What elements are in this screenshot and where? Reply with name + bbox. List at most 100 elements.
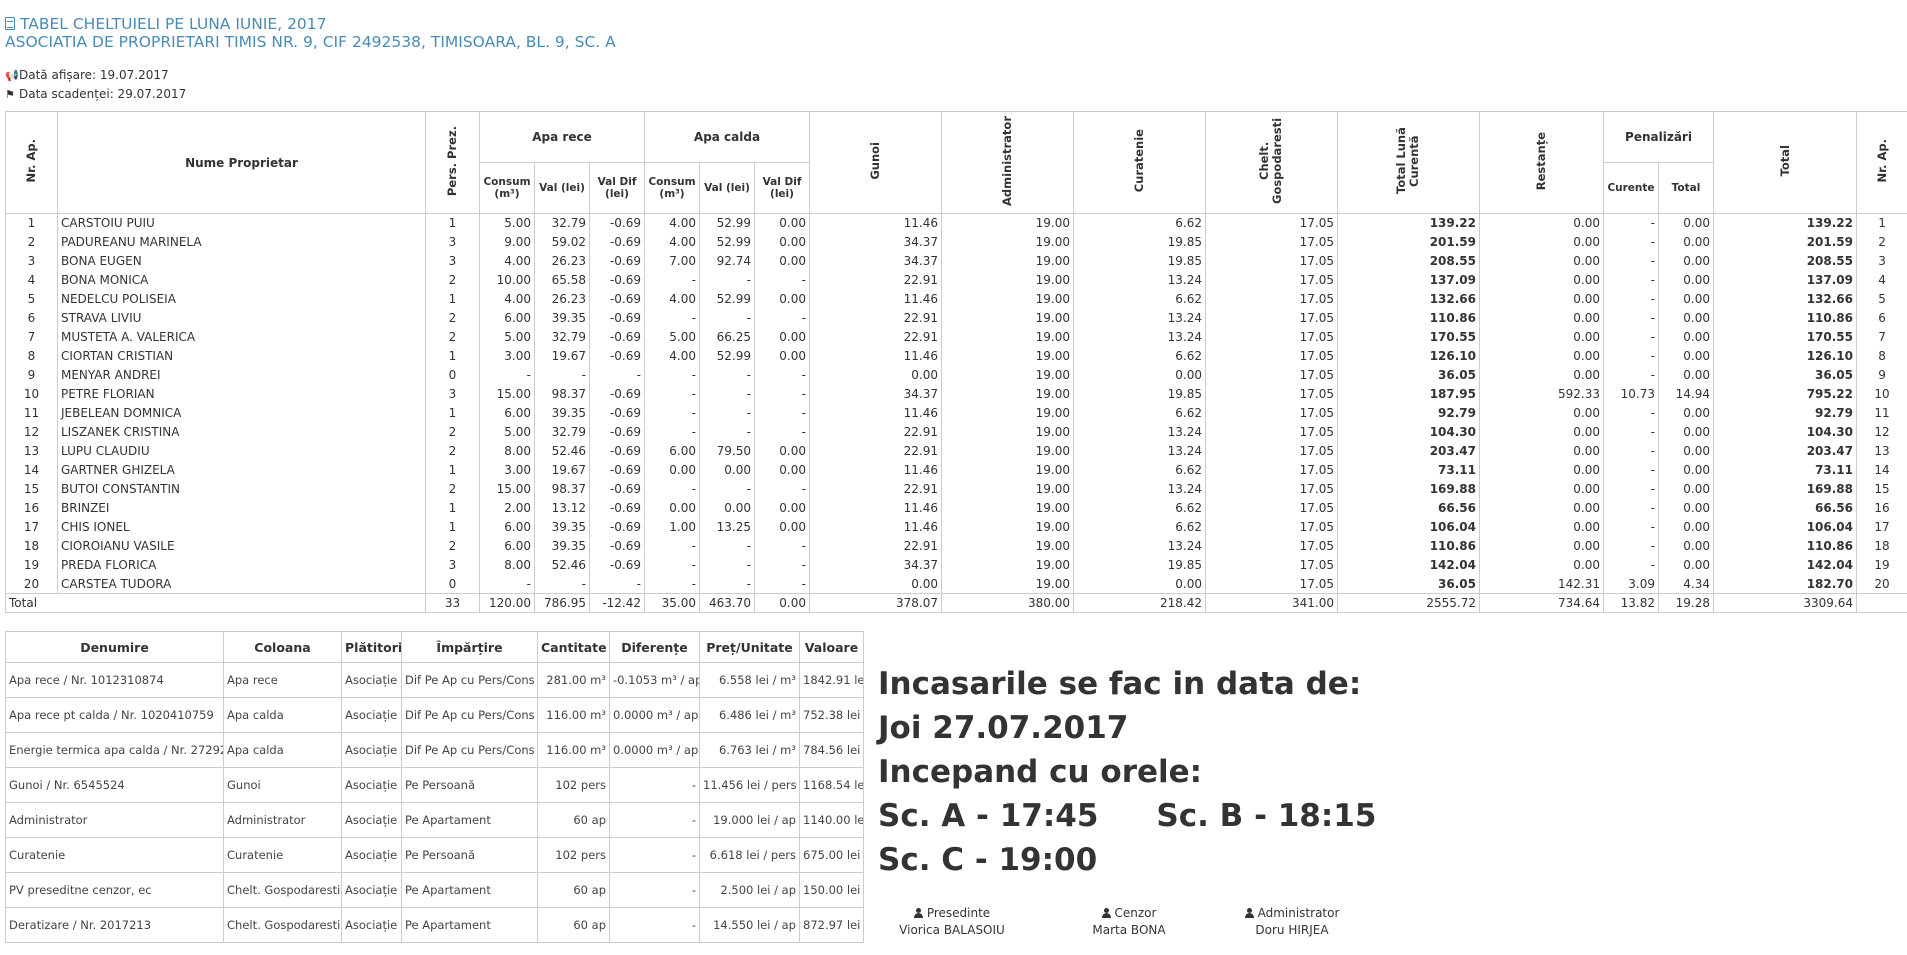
apartment-cell: 13.24 bbox=[1073, 422, 1206, 442]
apartment-cell: 3 bbox=[425, 555, 480, 575]
expense-cell: Dif Pe Ap cu Pers/Cons bbox=[401, 697, 538, 733]
apartment-cell: 17.05 bbox=[1205, 441, 1338, 461]
header-gunoi: Gunoi bbox=[809, 111, 942, 214]
expense-cell: 2.500 lei / ap bbox=[699, 872, 800, 908]
expense-cell: 784.56 lei bbox=[799, 732, 864, 768]
apartment-row: 12 LISZANEK CRISTINA 2 5.00 32.79 -0.69- - -22.… bbox=[5, 422, 1907, 442]
apartment-cell: 0.00 bbox=[1479, 422, 1604, 442]
apartment-cell: 39.35 bbox=[534, 536, 590, 556]
apartment-cell: 0.00 bbox=[1657, 460, 1715, 480]
apartment-cell: 19.00 bbox=[941, 289, 1074, 309]
apartment-cell: 104.30 bbox=[1337, 422, 1480, 442]
apartment-cell: 14.94 bbox=[1657, 384, 1715, 404]
apartment-cell: 32.79 bbox=[534, 422, 590, 442]
apartment-cell: 6.00 bbox=[479, 308, 535, 328]
apartment-cell: 11 bbox=[5, 403, 58, 423]
apartment-cell: 17.05 bbox=[1205, 574, 1338, 594]
display-date: 📢Dată afișare: 19.07.2017 bbox=[5, 66, 186, 85]
apartment-cell: 19.00 bbox=[941, 498, 1074, 518]
expense-cell: Asociație bbox=[341, 697, 402, 733]
expense-cell: 11.456 lei / pers bbox=[699, 767, 800, 803]
apartment-cell: NEDELCU POLISEIA bbox=[57, 289, 426, 309]
apartment-cell: 19.00 bbox=[941, 327, 1074, 347]
apartment-cell: 15 bbox=[5, 479, 58, 499]
apartment-cell: 19.85 bbox=[1073, 384, 1206, 404]
apartment-cell: 36.05 bbox=[1713, 365, 1858, 385]
apartment-cell: - bbox=[644, 422, 700, 442]
expense-cell: Dif Pe Ap cu Pers/Cons bbox=[401, 732, 538, 768]
apartment-cell: 13.24 bbox=[1073, 270, 1206, 290]
apartment-cell: 0.00 bbox=[1479, 460, 1604, 480]
association-subtitle: ASOCIATIA DE PROPRIETARI TIMIS NR. 9, CI… bbox=[5, 33, 616, 51]
apartment-cell: 18 bbox=[5, 536, 58, 556]
header-cold-consum: Consum (m³) bbox=[479, 162, 535, 214]
apartment-row: 15 BUTOI CONSTANTIN 2 15.00 98.37 -0.69- - -22.… bbox=[5, 479, 1907, 499]
apartment-cell: 13 bbox=[5, 441, 58, 461]
header-cold-val: Val (lei) bbox=[534, 162, 590, 214]
expense-cell: 102 pers bbox=[537, 837, 610, 873]
apartment-cell: GARTNER GHIZELA bbox=[57, 460, 426, 480]
expense-cell: - bbox=[609, 907, 700, 943]
expense-row: Gunoi / Nr. 6545524 Gunoi Asociație Pe Pers… bbox=[5, 767, 864, 803]
apartment-cell: 4.00 bbox=[644, 232, 700, 252]
apartment-cell: 2 bbox=[425, 270, 480, 290]
apartment-cell: BONA MONICA bbox=[57, 270, 426, 290]
expense-cell: 6.558 lei / m³ bbox=[699, 662, 800, 698]
apartment-cell: 11.46 bbox=[809, 460, 942, 480]
apartment-cell: 5 bbox=[1856, 289, 1907, 309]
apartment-cell: - bbox=[644, 555, 700, 575]
apartment-cell: - bbox=[754, 555, 810, 575]
apartment-cell: 7 bbox=[1856, 327, 1907, 347]
apartment-cell: 0.00 bbox=[754, 498, 810, 518]
expense-cell: Apa rece bbox=[223, 662, 342, 698]
apartment-cell: 19.00 bbox=[941, 536, 1074, 556]
expense-row: Apa rece pt calda / Nr. 1020410759 Apa ca… bbox=[5, 697, 864, 733]
apartment-cell: 0.00 bbox=[1657, 555, 1715, 575]
apartment-cell: 0.00 bbox=[754, 213, 810, 233]
apartment-cell: 6.62 bbox=[1073, 346, 1206, 366]
expense-column-header: Denumire bbox=[5, 631, 224, 663]
total-cell bbox=[1856, 593, 1907, 613]
total-cell: 734.64 bbox=[1479, 593, 1604, 613]
apartment-cell: 17.05 bbox=[1205, 308, 1338, 328]
apartment-cell: 32.79 bbox=[534, 327, 590, 347]
apartment-cell: 79.50 bbox=[699, 441, 755, 461]
apartment-cell: 2.00 bbox=[479, 498, 535, 518]
apartment-cell: - bbox=[699, 555, 755, 575]
apartment-cell: 1 bbox=[425, 213, 480, 233]
apartment-cell: 19.00 bbox=[941, 384, 1074, 404]
apartment-cell: 110.86 bbox=[1337, 536, 1480, 556]
apartment-cell: 169.88 bbox=[1713, 479, 1858, 499]
total-cell: 378.07 bbox=[809, 593, 942, 613]
apartment-cell: - bbox=[754, 270, 810, 290]
apartment-cell: MENYAR ANDREI bbox=[57, 365, 426, 385]
apartment-cell: - bbox=[1603, 270, 1659, 290]
expense-cell: Asociație bbox=[341, 662, 402, 698]
apartment-cell: 137.09 bbox=[1713, 270, 1858, 290]
apartment-row: 16 BRINZEI 1 2.00 13.12 -0.69 0.00 0.00 0.00 11.4… bbox=[5, 498, 1907, 518]
apartment-cell: 0.00 bbox=[1657, 517, 1715, 537]
expenses-main-table: Nr. Ap. Nume Proprietar Pers. Prez. Apa … bbox=[5, 111, 1907, 613]
signatures: Presedinte Viorica BALASOIU Cenzor Marta… bbox=[897, 905, 1377, 945]
apartment-cell: 0.00 bbox=[1657, 498, 1715, 518]
apartment-cell: 4.34 bbox=[1657, 574, 1715, 594]
apartment-cell: 2 bbox=[425, 308, 480, 328]
apartment-cell: 26.23 bbox=[534, 289, 590, 309]
apartment-cell: 19.00 bbox=[941, 422, 1074, 442]
apartment-cell: - bbox=[699, 308, 755, 328]
expense-cell: Curatenie bbox=[223, 837, 342, 873]
expense-cell: Pe Apartament bbox=[401, 802, 538, 838]
expense-column-header: Valoare bbox=[799, 631, 864, 663]
apartment-row: 20 CARSTEA TUDORA 0- - - - - -0.00 19.00 0.00 17.0… bbox=[5, 574, 1907, 594]
apartment-cell: 0.00 bbox=[754, 327, 810, 347]
expense-cell: 60 ap bbox=[537, 802, 610, 838]
apartment-cell: 169.88 bbox=[1337, 479, 1480, 499]
apartment-cell: 92.79 bbox=[1713, 403, 1858, 423]
apartment-cell: 16 bbox=[5, 498, 58, 518]
apartment-cell: 4.00 bbox=[644, 346, 700, 366]
apartment-cell: 0.00 bbox=[1657, 346, 1715, 366]
apartment-cell: 17.05 bbox=[1205, 213, 1338, 233]
total-cell: Total bbox=[5, 593, 426, 613]
total-cell: 19.28 bbox=[1657, 593, 1715, 613]
apartment-cell: 0.00 bbox=[1657, 289, 1715, 309]
